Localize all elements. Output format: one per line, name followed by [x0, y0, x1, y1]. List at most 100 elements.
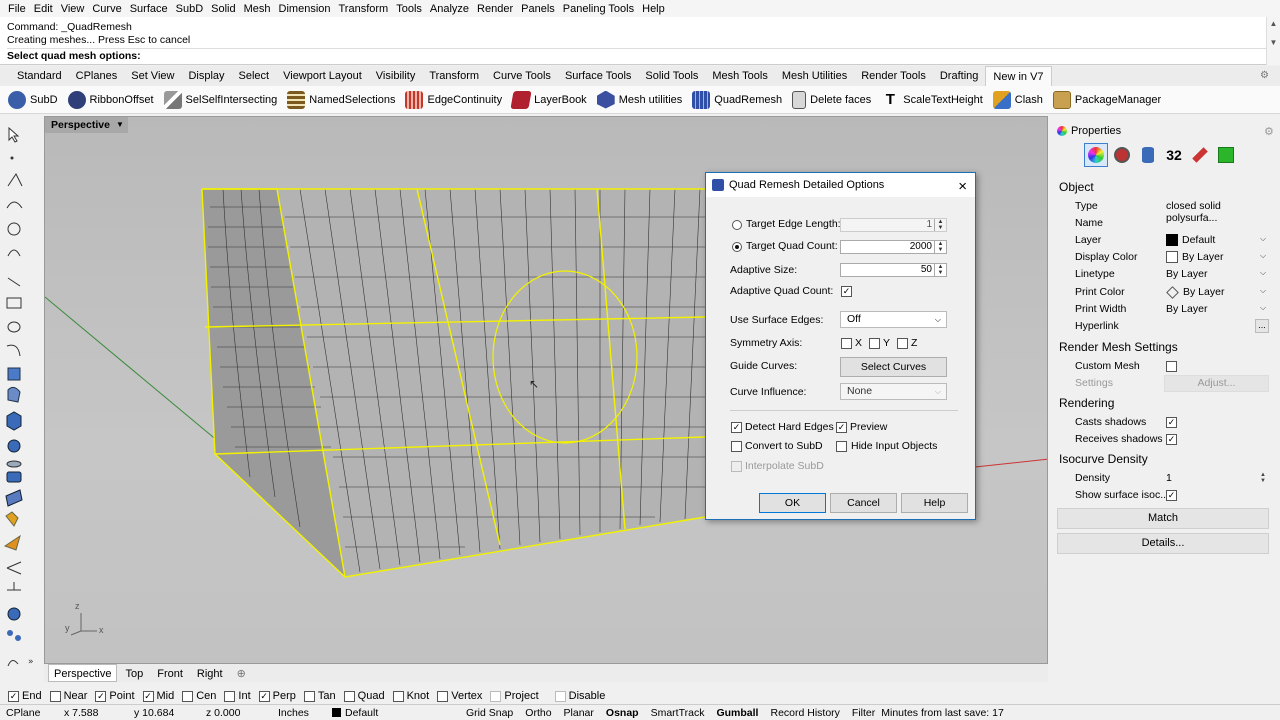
select-curves-button[interactable]: Select Curves [840, 357, 947, 377]
receives-shadows-checkbox[interactable]: ✓ [1166, 434, 1177, 445]
osnap-quad[interactable]: Quad [343, 690, 385, 702]
show-isocurves-checkbox[interactable]: ✓ [1166, 490, 1177, 501]
decals-tab[interactable]: 32 [1162, 143, 1186, 167]
menu-file[interactable]: File [4, 3, 30, 15]
menu-tools[interactable]: Tools [392, 3, 426, 15]
casts-shadows-checkbox[interactable]: ✓ [1166, 417, 1177, 428]
casts-shadows-row[interactable]: Casts shadows ✓ [1052, 416, 1270, 433]
osnap-knot[interactable]: Knot [392, 690, 429, 702]
menu-surface[interactable]: Surface [126, 3, 172, 15]
help-button[interactable]: Help [901, 493, 968, 513]
osnap-checkbox[interactable] [182, 690, 194, 702]
chevron-down-icon[interactable]: ⌵ [1260, 251, 1266, 261]
tab-drafting[interactable]: Drafting [933, 66, 986, 86]
osnap-cen[interactable]: Cen [182, 690, 216, 702]
custom-mesh-checkbox[interactable] [1166, 361, 1177, 372]
status-ortho[interactable]: Ortho [519, 707, 557, 719]
convert-to-subd-checkbox[interactable] [731, 441, 742, 452]
viewport-title[interactable]: Perspective ▼ [45, 117, 128, 133]
mesh-utilities-button[interactable]: Mesh utilities [596, 88, 682, 112]
detect-hard-edges-checkbox[interactable]: ✓ [731, 422, 742, 433]
tab-surface-tools[interactable]: Surface Tools [558, 66, 638, 86]
status-filter[interactable]: Filter [846, 707, 881, 719]
display-color-row[interactable]: Display Color By Layer ⌵ [1052, 251, 1270, 268]
layer-row[interactable]: Layer Default ⌵ [1052, 234, 1270, 251]
object-display-tab[interactable] [1214, 143, 1238, 167]
status-grid-snap[interactable]: Grid Snap [460, 707, 519, 719]
receives-shadows-row[interactable]: Receives shadows ✓ [1052, 433, 1270, 450]
chevron-down-icon[interactable]: ⌵ [1260, 234, 1266, 244]
match-button[interactable]: Match [1057, 508, 1269, 529]
tab-mesh-tools[interactable]: Mesh Tools [705, 66, 774, 86]
menu-dimension[interactable]: Dimension [275, 3, 335, 15]
status-cplane[interactable]: CPlane [0, 707, 52, 719]
tab-select[interactable]: Select [232, 66, 277, 86]
gear-icon[interactable]: ⚙ [1264, 125, 1274, 138]
texture-mapping-tab[interactable] [1136, 143, 1160, 167]
menu-panels[interactable]: Panels [517, 3, 559, 15]
osnap-checkbox[interactable] [343, 690, 355, 702]
tab-mesh-utilities[interactable]: Mesh Utilities [775, 66, 854, 86]
dialog-title-bar[interactable]: Quad Remesh Detailed Options × [706, 173, 975, 197]
osnap-disable[interactable]: Disable [554, 690, 605, 702]
dropdown-arrow-icon[interactable]: ▼ [116, 117, 124, 133]
density-value[interactable]: 1 [1166, 472, 1172, 484]
ribbon-offset-button[interactable]: RibbonOffset [67, 88, 154, 112]
subd-button[interactable]: SubD [8, 88, 58, 112]
status-osnap[interactable]: Osnap [600, 707, 645, 719]
name-row[interactable]: Name [1052, 217, 1270, 234]
named-selections-button[interactable]: NamedSelections [287, 88, 395, 112]
osnap-checkbox[interactable]: ✓ [95, 690, 107, 702]
osnap-checkbox[interactable] [224, 690, 236, 702]
adaptive-size-input[interactable]: 50 ▲ ▼ [840, 263, 947, 277]
osnap-checkbox[interactable] [392, 690, 404, 702]
scroll-up-icon[interactable]: ▲ [1267, 19, 1280, 28]
linetype-row[interactable]: Linetype By Layer ⌵ [1052, 268, 1270, 285]
hyperlink-browse-button[interactable]: ... [1255, 319, 1269, 333]
symmetry-z-checkbox[interactable] [897, 338, 908, 349]
menu-transform[interactable]: Transform [335, 3, 393, 15]
adjust-button[interactable]: Adjust... [1164, 375, 1269, 392]
target-edge-length-input[interactable]: 1 ▲ ▼ [840, 218, 947, 232]
preview-checkbox[interactable]: ✓ [836, 422, 847, 433]
display-color-value[interactable]: By Layer [1166, 251, 1223, 263]
osnap-checkbox[interactable] [490, 690, 502, 702]
tab-front[interactable]: Front [151, 664, 189, 682]
density-spinner[interactable]: ▲ ▼ [1260, 472, 1266, 484]
quad-remesh-button[interactable]: QuadRemesh [692, 88, 782, 112]
gear-icon[interactable]: ⚙ [1253, 66, 1276, 86]
osnap-vertex[interactable]: Vertex [437, 690, 482, 702]
status-smarttrack[interactable]: SmartTrack [645, 707, 711, 719]
tab-render-tools[interactable]: Render Tools [854, 66, 933, 86]
osnap-checkbox[interactable]: ✓ [142, 690, 154, 702]
ok-button[interactable]: OK [759, 493, 826, 513]
osnap-point[interactable]: ✓ Point [95, 690, 135, 702]
interpolate-subd-checkbox[interactable] [731, 461, 742, 472]
tab-new-in-v7[interactable]: New in V7 [985, 66, 1052, 86]
material-tab[interactable] [1110, 143, 1134, 167]
tab-right[interactable]: Right [191, 664, 229, 682]
chevron-down-icon[interactable]: ⌵ [1260, 286, 1266, 296]
tab-perspective[interactable]: Perspective [48, 664, 118, 682]
osnap-near[interactable]: Near [49, 690, 87, 702]
layer-value[interactable]: Default [1166, 234, 1215, 246]
hyperlink-row[interactable]: Hyperlink... [1052, 319, 1270, 337]
layerbook-button[interactable]: LayerBook [510, 88, 587, 112]
target-quad-count-radio[interactable] [732, 242, 742, 252]
osnap-perp[interactable]: ✓ Perp [258, 690, 296, 702]
target-edge-length-radio[interactable] [732, 220, 742, 230]
object-properties-tab[interactable] [1084, 143, 1108, 167]
symmetry-x-checkbox[interactable] [841, 338, 852, 349]
status-layer[interactable]: Default [326, 707, 460, 719]
menu-mesh[interactable]: Mesh [240, 3, 275, 15]
tab-curve-tools[interactable]: Curve Tools [486, 66, 558, 86]
status-gumball[interactable]: Gumball [710, 707, 764, 719]
status-planar[interactable]: Planar [558, 707, 600, 719]
osnap-checkbox[interactable]: ✓ [258, 690, 270, 702]
menu-curve[interactable]: Curve [88, 3, 125, 15]
add-viewport-icon[interactable]: ⊕ [231, 664, 252, 682]
menu-view[interactable]: View [57, 3, 89, 15]
adaptive-quad-count-checkbox[interactable]: ✓ [841, 286, 852, 297]
chevron-down-icon[interactable]: ⌵ [1260, 268, 1266, 278]
clash-button[interactable]: Clash [992, 88, 1043, 112]
